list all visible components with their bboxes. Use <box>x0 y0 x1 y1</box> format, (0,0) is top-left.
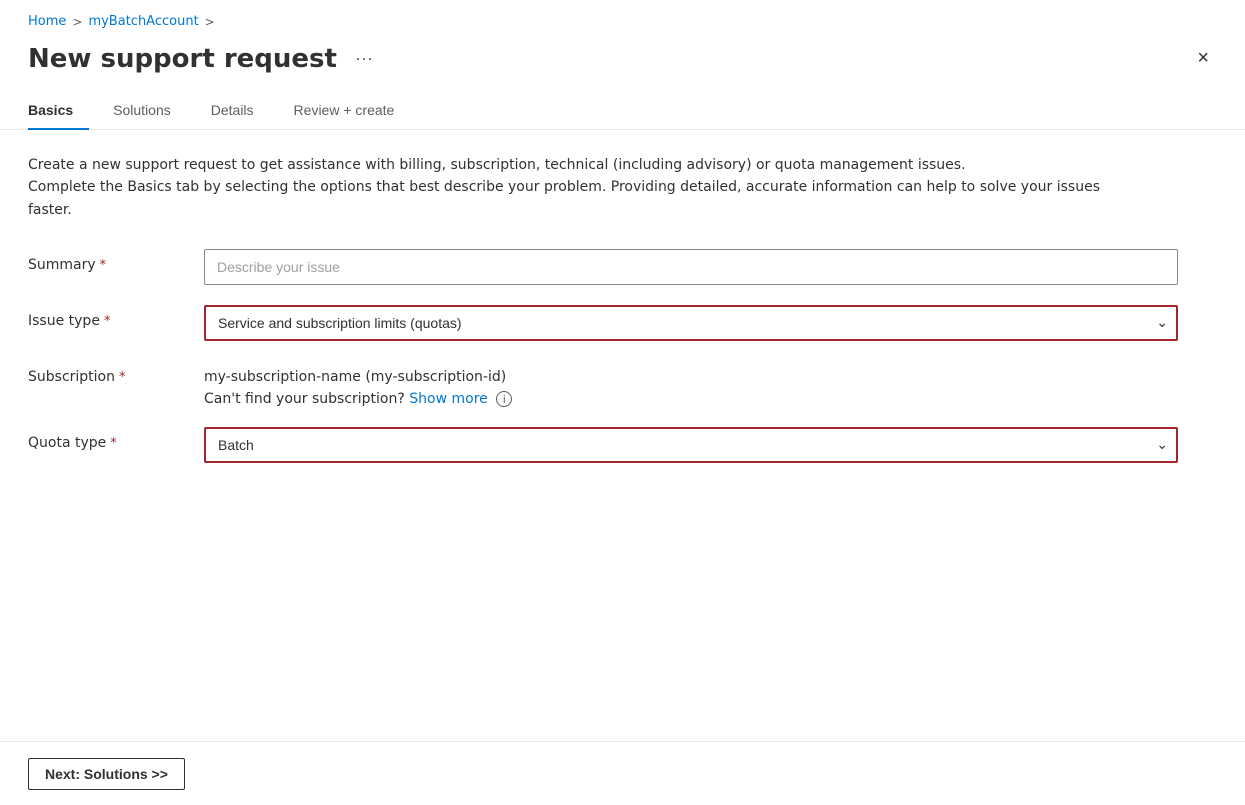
subscription-cant-find: Can't find your subscription? Show more … <box>204 385 1178 407</box>
issue-type-row: Issue type * Service and subscription li… <box>28 305 1178 341</box>
subscription-label: Subscription * <box>28 361 188 385</box>
page-header: New support request ··· × <box>0 37 1245 92</box>
form: Summary * Issue type * Service and subsc… <box>28 249 1178 463</box>
summary-row: Summary * <box>28 249 1178 285</box>
issue-type-required: * <box>104 314 111 329</box>
summary-label: Summary * <box>28 249 188 273</box>
subscription-row: Subscription * my-subscription-name (my-… <box>28 361 1178 407</box>
tab-review-create[interactable]: Review + create <box>294 92 411 130</box>
next-solutions-button[interactable]: Next: Solutions >> <box>28 758 185 790</box>
tab-solutions[interactable]: Solutions <box>113 92 187 130</box>
quota-type-select[interactable]: Batch Compute Storage Network <box>204 427 1178 463</box>
tab-bar: Basics Solutions Details Review + create <box>0 92 1245 130</box>
main-content: Create a new support request to get assi… <box>0 154 1245 487</box>
tab-details[interactable]: Details <box>211 92 270 130</box>
breadcrumb-sep1: > <box>72 15 82 29</box>
close-button[interactable]: × <box>1189 41 1217 76</box>
subscription-control: my-subscription-name (my-subscription-id… <box>204 361 1178 407</box>
more-options-button[interactable]: ··· <box>349 44 379 73</box>
breadcrumb: Home > myBatchAccount > <box>0 0 1245 37</box>
info-icon[interactable]: i <box>496 391 512 407</box>
footer: Next: Solutions >> <box>0 741 1245 805</box>
description-line2: Complete the Basics tab by selecting the… <box>28 179 1100 217</box>
description: Create a new support request to get assi… <box>28 154 1128 221</box>
issue-type-select-wrapper: Service and subscription limits (quotas)… <box>204 305 1178 341</box>
breadcrumb-home[interactable]: Home <box>28 14 66 29</box>
quota-type-row: Quota type * Batch Compute Storage Netwo… <box>28 427 1178 463</box>
issue-type-select[interactable]: Service and subscription limits (quotas)… <box>204 305 1178 341</box>
summary-control <box>204 249 1178 285</box>
breadcrumb-sep2: > <box>205 15 215 29</box>
subscription-value: my-subscription-name (my-subscription-id… <box>204 361 1178 385</box>
breadcrumb-account[interactable]: myBatchAccount <box>88 14 198 29</box>
issue-type-control: Service and subscription limits (quotas)… <box>204 305 1178 341</box>
tab-basics[interactable]: Basics <box>28 92 89 130</box>
quota-type-select-wrapper: Batch Compute Storage Network ⌄ <box>204 427 1178 463</box>
quota-type-control: Batch Compute Storage Network ⌄ <box>204 427 1178 463</box>
summary-required: * <box>100 258 107 273</box>
header-left: New support request ··· <box>28 44 379 74</box>
quota-type-required: * <box>110 436 117 451</box>
quota-type-label: Quota type * <box>28 427 188 451</box>
description-line1: Create a new support request to get assi… <box>28 157 966 173</box>
page-title: New support request <box>28 44 337 74</box>
show-more-link[interactable]: Show more <box>409 391 488 407</box>
subscription-required: * <box>119 370 126 385</box>
issue-type-label: Issue type * <box>28 305 188 329</box>
summary-input[interactable] <box>204 249 1178 285</box>
